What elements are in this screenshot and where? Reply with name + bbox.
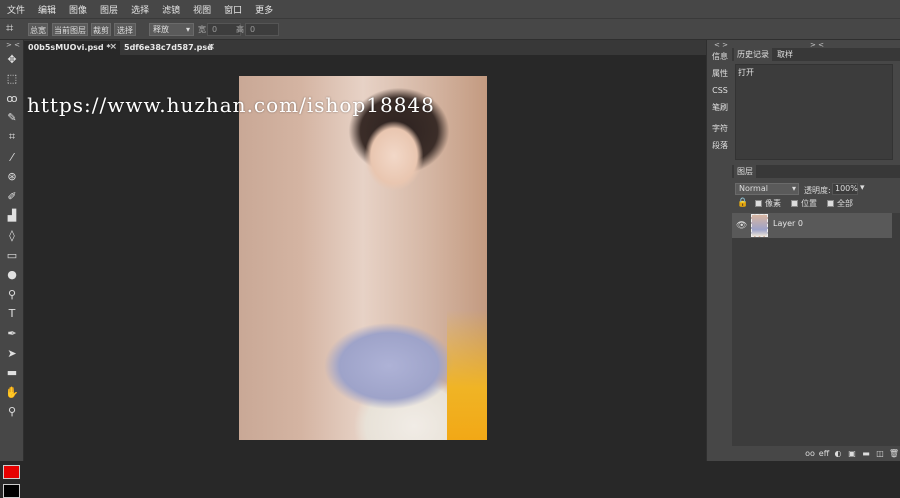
marquee-tool-icon[interactable]: ⬚ (4, 71, 20, 87)
tab-history[interactable]: 历史记录 (734, 48, 772, 61)
blend-mode-select[interactable]: Normal (735, 183, 799, 195)
lock-pixels-label: 像素 (765, 199, 781, 208)
css-button[interactable]: CSS (707, 82, 733, 99)
pen-tool-icon[interactable]: ✒ (4, 325, 20, 341)
zoom-tool-icon[interactable]: ⚲ (4, 404, 20, 420)
layer-effects-icon[interactable]: eff (818, 449, 830, 458)
watermark-text: https://www.huzhan.com/ishop18848 (27, 93, 435, 117)
quick-select-tool-icon[interactable]: ✎ (4, 110, 20, 126)
crop-icon[interactable]: ⌗ (6, 21, 13, 36)
background-color-swatch[interactable] (3, 484, 20, 498)
tab-layers[interactable]: 图层 (734, 165, 756, 178)
layer-row[interactable]: 👁 Layer 0 (732, 213, 892, 238)
menu-image[interactable]: 图像 (69, 3, 87, 16)
history-list: 打开 (735, 64, 893, 160)
toolbox: > < ✥ ⬚ ꝏ ✎ ⌗ ⁄ ⊛ ✐ ▟ ◊ ▭ ● ⚲ T ✒ ➤ ▬ ✋ ⚲ (0, 40, 24, 498)
info-button[interactable]: 信息 (707, 48, 733, 65)
history-item-open[interactable]: 打开 (738, 67, 754, 78)
clone-stamp-tool-icon[interactable]: ▟ (4, 208, 20, 224)
foreground-color-swatch[interactable] (3, 465, 20, 479)
layer-thumbnail (751, 214, 768, 237)
tab-label: 00b5sMUOvi.psd * (28, 43, 111, 52)
side-panel-buttons: < > 信息 属性 CSS 笔刷 字符 段落 (706, 40, 732, 461)
new-layer-icon[interactable]: ◫ (874, 449, 886, 458)
paragraph-button[interactable]: 段落 (707, 137, 733, 154)
move-tool-icon[interactable]: ✥ (4, 51, 20, 67)
layer-name: Layer 0 (773, 219, 803, 228)
menu-more[interactable]: 更多 (255, 3, 273, 16)
text-tool-icon[interactable]: T (4, 306, 20, 322)
right-panel: > < 历史记录 取样 打开 图层 Normal 透明度: 100% ▾ 🔒 像… (732, 40, 900, 461)
healing-tool-icon[interactable]: ⊛ (4, 169, 20, 185)
menu-filter[interactable]: 滤镜 (162, 3, 180, 16)
canvas-photo[interactable] (239, 76, 487, 440)
link-layers-icon[interactable]: oo (804, 449, 816, 458)
visibility-eye-icon[interactable]: 👁 (736, 221, 747, 231)
menu-bar: 文件 编辑 图像 图层 选择 滤镜 视图 窗口 更多 (0, 0, 900, 18)
gradient-tool-icon[interactable]: ▭ (4, 247, 20, 263)
layers-header: 图层 (732, 165, 900, 178)
width-label: 宽 (198, 25, 206, 34)
delete-layer-icon[interactable]: 🗑 (888, 449, 900, 458)
properties-button[interactable]: 属性 (707, 65, 733, 82)
new-group-icon[interactable]: ▬ (860, 449, 872, 458)
lock-icon: 🔒 (737, 198, 749, 208)
dodge-tool-icon[interactable]: ⚲ (4, 286, 20, 302)
brush-tool-icon[interactable]: ✐ (4, 188, 20, 204)
height-input[interactable]: 0 (245, 23, 279, 36)
close-icon[interactable]: × (109, 41, 117, 54)
menu-edit[interactable]: 编辑 (38, 3, 56, 16)
lock-all-checkbox[interactable] (827, 200, 834, 207)
total-width-button[interactable]: 总宽 (28, 23, 48, 36)
lock-row: 🔒 像素 位置 全部 (735, 198, 895, 210)
mode-select[interactable]: 释放 (149, 23, 194, 36)
tab-sampling[interactable]: 取样 (774, 48, 796, 61)
brush-button[interactable]: 笔刷 (707, 99, 733, 116)
menu-file[interactable]: 文件 (7, 3, 25, 16)
menu-select[interactable]: 选择 (131, 3, 149, 16)
eyedropper-tool-icon[interactable]: ⁄ (4, 149, 20, 165)
photo-orange-fabric (447, 310, 487, 440)
toolbox-collapse-icon[interactable]: > < (6, 41, 20, 49)
lasso-tool-icon[interactable]: ꝏ (4, 90, 20, 106)
adjustment-layer-icon[interactable]: ◐ (832, 449, 844, 458)
hand-tool-icon[interactable]: ✋ (4, 384, 20, 400)
menu-view[interactable]: 视图 (193, 3, 211, 16)
current-layer-button[interactable]: 当前图层 (52, 23, 88, 36)
menu-window[interactable]: 窗口 (224, 3, 242, 16)
lock-position-checkbox[interactable] (791, 200, 798, 207)
lock-pixels-checkbox[interactable] (755, 200, 762, 207)
menu-layer[interactable]: 图层 (100, 3, 118, 16)
close-icon[interactable]: × (207, 41, 215, 54)
tab-label: 5df6e38c7d587.psd (124, 43, 213, 52)
tab-document-2[interactable]: 5df6e38c7d587.psd × (120, 41, 218, 55)
crop-button[interactable]: 裁剪 (91, 23, 111, 36)
crop-tool-icon[interactable]: ⌗ (4, 129, 20, 145)
tab-document-1[interactable]: 00b5sMUOvi.psd * × (24, 41, 120, 55)
history-tabs: 历史记录 取样 (732, 48, 900, 61)
lock-position-label: 位置 (801, 199, 817, 208)
character-button[interactable]: 字符 (707, 120, 733, 137)
height-label: 高 (236, 25, 244, 34)
document-tabs: 00b5sMUOvi.psd * × 5df6e38c7d587.psd × (24, 40, 706, 55)
layers-list: 👁 Layer 0 (732, 213, 900, 446)
select-button[interactable]: 选择 (114, 23, 136, 36)
layer-mask-icon[interactable]: ▣ (846, 449, 858, 458)
opacity-dropdown-icon[interactable]: ▾ (860, 183, 865, 193)
eraser-tool-icon[interactable]: ◊ (4, 227, 20, 243)
layers-bottom-toolbar: oo eff ◐ ▣ ▬ ◫ 🗑 (732, 446, 900, 461)
lock-all-label: 全部 (837, 199, 853, 208)
path-select-tool-icon[interactable]: ➤ (4, 345, 20, 361)
opacity-label: 透明度: (804, 186, 831, 195)
shape-tool-icon[interactable]: ▬ (4, 365, 20, 381)
blur-tool-icon[interactable]: ● (4, 267, 20, 283)
options-bar: ⌗ 总宽 当前图层 裁剪 选择 释放 宽 0 高 0 (0, 18, 900, 40)
opacity-input[interactable]: 100% (832, 183, 858, 195)
